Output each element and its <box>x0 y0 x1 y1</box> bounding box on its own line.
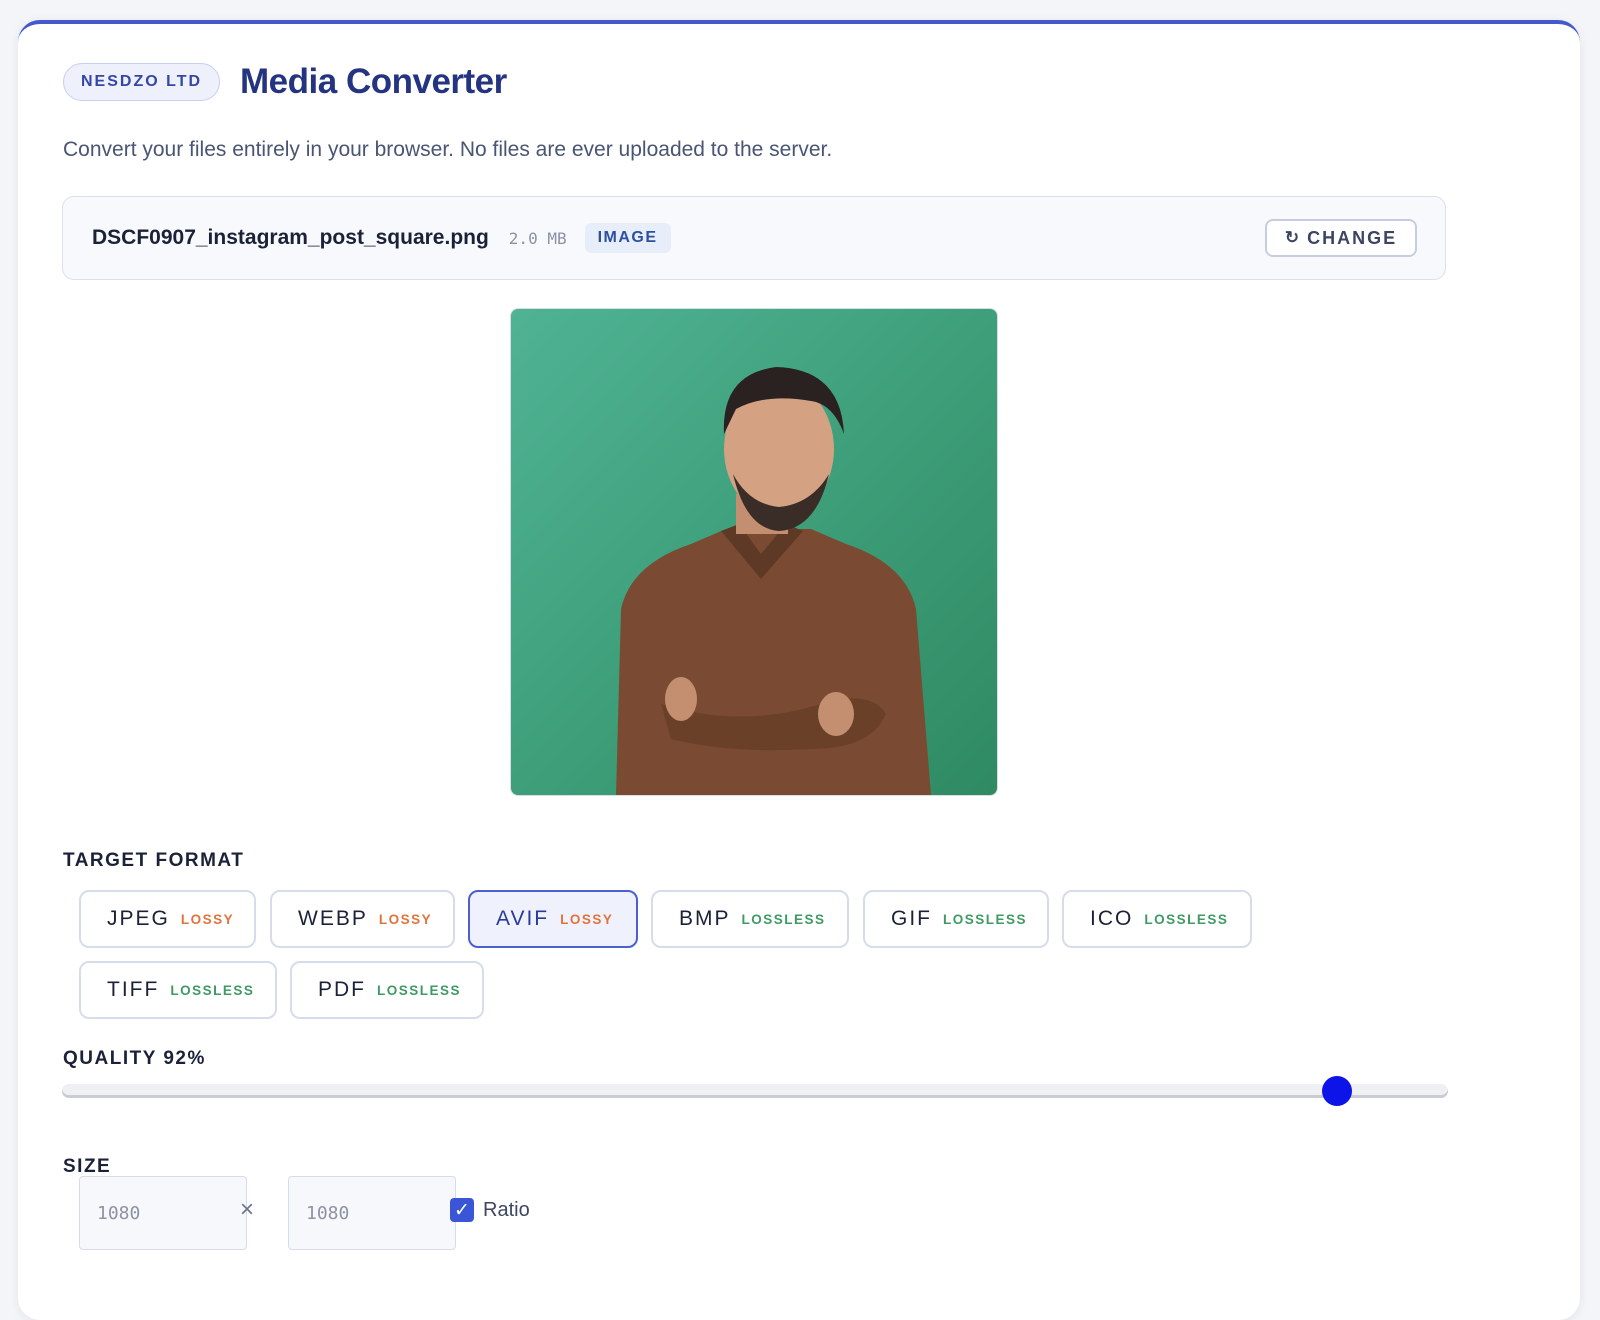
format-name: AVIF <box>496 907 550 930</box>
format-tag: LOSSLESS <box>1144 911 1229 927</box>
format-name: ICO <box>1090 907 1134 930</box>
format-tag: LOSSLESS <box>377 982 462 998</box>
quality-slider-thumb[interactable] <box>1322 1076 1353 1106</box>
file-name: DSCF0907_instagram_post_square.png <box>92 226 489 249</box>
quality-slider-track[interactable] <box>62 1084 1448 1098</box>
format-tag: LOSSLESS <box>741 911 826 927</box>
size-separator: × <box>240 1196 255 1223</box>
file-size: 2.0 MB <box>508 228 567 248</box>
checkmark-icon: ✓ <box>454 1199 470 1221</box>
format-name: PDF <box>318 978 366 1001</box>
file-info-bar: DSCF0907_instagram_post_square.png 2.0 M… <box>62 196 1446 280</box>
ratio-label: Ratio <box>483 1199 530 1221</box>
format-name: BMP <box>679 907 731 930</box>
header: NESDZO LTD Media Converter <box>63 62 507 102</box>
format-tag: LOSSY <box>378 911 433 927</box>
height-input[interactable] <box>288 1176 456 1250</box>
change-file-button[interactable]: ↻ CHANGE <box>1265 219 1417 257</box>
format-option-pdf[interactable]: PDF LOSSLESS <box>290 961 484 1019</box>
format-name: WEBP <box>298 907 368 930</box>
preview-photo <box>511 309 997 795</box>
target-format-label: TARGET FORMAT <box>63 850 245 871</box>
format-name: TIFF <box>107 978 160 1001</box>
width-input[interactable] <box>79 1176 247 1250</box>
refresh-icon: ↻ <box>1284 228 1300 247</box>
size-label: SIZE <box>63 1156 112 1177</box>
format-tag: LOSSY <box>560 911 614 927</box>
format-name: JPEG <box>107 907 170 930</box>
file-type-badge: IMAGE <box>584 223 671 253</box>
format-option-gif[interactable]: GIF LOSSLESS <box>863 890 1049 948</box>
image-preview <box>510 308 998 796</box>
format-option-avif[interactable]: AVIF LOSSY <box>468 890 638 948</box>
format-tag: LOSSLESS <box>943 911 1028 927</box>
format-option-jpeg[interactable]: JPEG LOSSY <box>79 890 256 948</box>
ratio-checkbox[interactable]: ✓ <box>450 1198 474 1222</box>
company-badge: NESDZO LTD <box>63 63 221 101</box>
format-option-tiff[interactable]: TIFF LOSSLESS <box>79 961 277 1019</box>
page-subtitle: Convert your files entirely in your brow… <box>63 138 833 161</box>
format-option-bmp[interactable]: BMP LOSSLESS <box>651 890 849 948</box>
format-option-ico[interactable]: ICO LOSSLESS <box>1062 890 1252 948</box>
change-file-label: CHANGE <box>1307 227 1398 248</box>
format-tag: LOSSY <box>180 911 235 927</box>
page-title: Media Converter <box>240 62 507 101</box>
format-option-webp[interactable]: WEBP LOSSY <box>270 890 455 948</box>
format-tag: LOSSLESS <box>170 982 255 998</box>
format-name: GIF <box>891 907 932 930</box>
quality-label: QUALITY 92% <box>63 1048 206 1069</box>
